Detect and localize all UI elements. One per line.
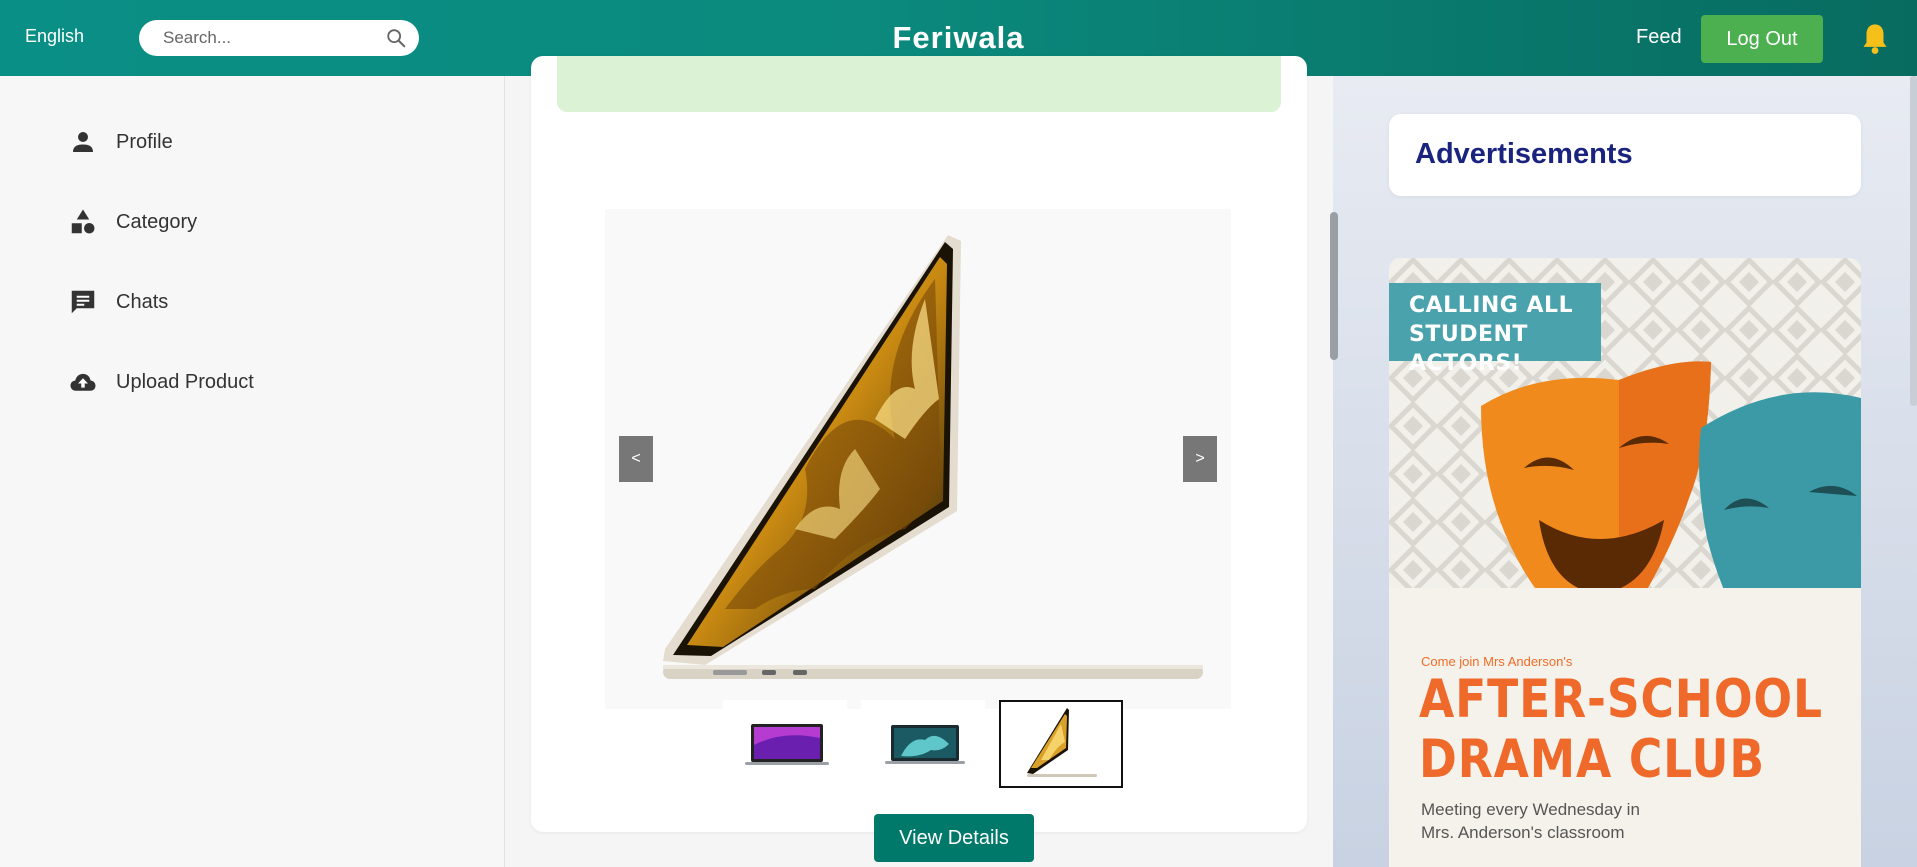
poster-title-line-2: DRAMA CLUB: [1419, 729, 1765, 790]
ad-poster[interactable]: CALLING ALL STUDENT ACTORS! Come join Mr…: [1389, 258, 1861, 867]
thumbnail-3[interactable]: [999, 700, 1123, 788]
poster-intro: Come join Mrs Anderson's: [1421, 654, 1573, 669]
product-image-laptop: [663, 235, 1203, 679]
sidebar-item-label: Upload Product: [116, 370, 254, 393]
sidebar-item-profile[interactable]: Profile: [68, 127, 173, 157]
poster-title-line-1: AFTER-SCHOOL: [1419, 669, 1823, 730]
poster-title: AFTER-SCHOOL DRAMA CLUB: [1419, 670, 1823, 790]
product-image-viewer: < >: [605, 209, 1231, 709]
sidebar: Profile Category Chats Upload Product: [0, 76, 505, 867]
bell-icon[interactable]: [1860, 22, 1890, 56]
person-icon: [73, 132, 93, 152]
product-banner: [557, 56, 1281, 112]
thumbnail-2[interactable]: [861, 700, 985, 788]
chat-icon: [71, 290, 95, 314]
poster-meeting-info: Meeting every Wednesday in Mrs. Anderson…: [1421, 798, 1741, 844]
ads-panel: Advertisements CALLING ALL STUDENT ACTOR…: [1333, 76, 1917, 867]
view-details-button[interactable]: View Details: [874, 814, 1034, 862]
laptop-gold-thumb: [1027, 708, 1097, 777]
sidebar-item-upload-product[interactable]: Upload Product: [68, 367, 254, 397]
casting-line-2: STUDENT ACTORS!: [1409, 322, 1528, 376]
product-feed: < > View Details: [505, 56, 1333, 867]
search-box[interactable]: [139, 20, 419, 56]
poster-meeting-line-1: Meeting every Wednesday in: [1421, 800, 1640, 819]
sidebar-item-label: Chats: [116, 290, 169, 313]
search-input[interactable]: [163, 28, 385, 48]
laptop-purple-thumb: [745, 724, 829, 765]
sidebar-item-category[interactable]: Category: [68, 207, 197, 237]
page-scrollbar[interactable]: [1910, 76, 1917, 406]
poster-meeting-line-2: Mrs. Anderson's classroom: [1421, 823, 1625, 842]
shapes-icon: [71, 209, 95, 234]
sidebar-item-label: Category: [116, 210, 198, 233]
sidebar-item-chats[interactable]: Chats: [68, 287, 168, 317]
language-selector[interactable]: English: [25, 26, 84, 47]
cloud-upload-icon: [70, 373, 96, 391]
product-card: < > View Details: [531, 56, 1307, 862]
logout-button[interactable]: Log Out: [1701, 15, 1823, 63]
center-scrollbar[interactable]: [1330, 212, 1338, 360]
next-image-button[interactable]: >: [1183, 436, 1217, 482]
feed-link[interactable]: Feed: [1636, 26, 1682, 49]
laptop-teal-thumb: [885, 725, 965, 764]
search-icon[interactable]: [385, 27, 407, 49]
prev-image-button[interactable]: <: [619, 436, 653, 482]
thumbnail-1[interactable]: [723, 700, 847, 788]
ads-heading: Advertisements: [1389, 114, 1861, 196]
casting-call-box: CALLING ALL STUDENT ACTORS!: [1389, 283, 1601, 376]
casting-line-1: CALLING ALL: [1409, 293, 1574, 318]
sidebar-item-label: Profile: [116, 130, 173, 153]
tragedy-mask-icon: [1699, 392, 1861, 588]
